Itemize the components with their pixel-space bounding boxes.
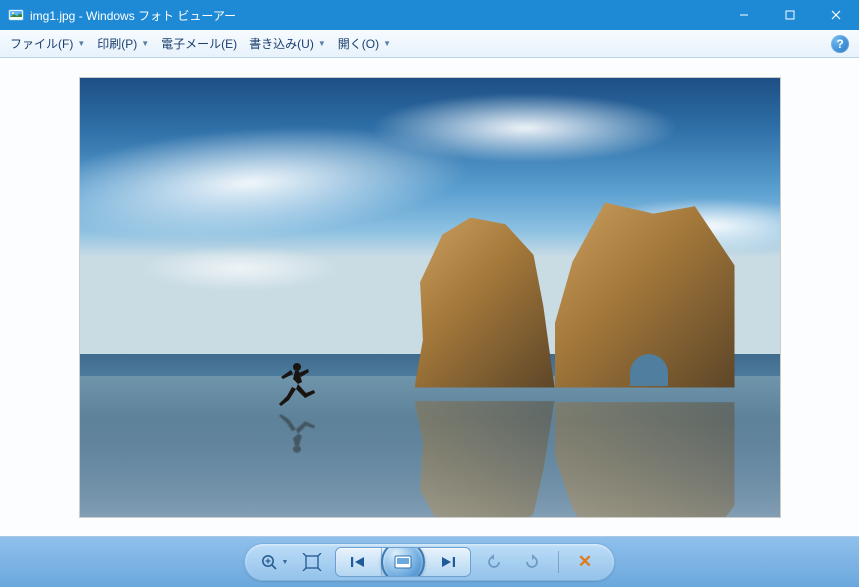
menu-file-label: ファイル(F) <box>10 35 73 52</box>
menu-file[interactable]: ファイル(F) ▼ <box>4 32 91 55</box>
slideshow-button[interactable] <box>381 547 425 577</box>
menu-print[interactable]: 印刷(P) ▼ <box>91 32 155 55</box>
minimize-button[interactable] <box>721 0 767 30</box>
delete-icon: ✕ <box>578 552 592 572</box>
chevron-down-icon: ▼ <box>383 39 391 48</box>
menu-email-label: 電子メール(E) <box>161 35 237 52</box>
help-icon: ? <box>836 37 843 51</box>
help-button[interactable]: ? <box>831 35 849 53</box>
menu-burn[interactable]: 書き込み(U) ▼ <box>243 32 332 55</box>
menu-open[interactable]: 開く(O) ▼ <box>332 32 397 55</box>
displayed-image <box>80 78 780 517</box>
menu-burn-label: 書き込み(U) <box>249 35 314 52</box>
delete-button[interactable]: ✕ <box>570 548 600 576</box>
menu-open-label: 開く(O) <box>338 35 379 52</box>
chevron-down-icon: ▼ <box>282 559 289 566</box>
rotate-ccw-button[interactable] <box>479 548 509 576</box>
next-button[interactable] <box>424 548 470 576</box>
maximize-button[interactable] <box>767 0 813 30</box>
actual-size-button[interactable] <box>297 548 327 576</box>
chevron-down-icon: ▼ <box>141 39 149 48</box>
navigation-group <box>335 547 471 577</box>
chevron-down-icon: ▼ <box>77 39 85 48</box>
zoom-button[interactable]: ▼ <box>259 548 289 576</box>
app-icon <box>8 7 24 23</box>
toolbar-divider <box>558 551 559 573</box>
titlebar: img1.jpg - Windows フォト ビューアー <box>0 0 859 30</box>
menu-print-label: 印刷(P) <box>97 35 137 52</box>
menubar: ファイル(F) ▼ 印刷(P) ▼ 電子メール(E) 書き込み(U) ▼ 開く(O) ▼… <box>0 30 859 58</box>
bottom-toolbar: ▼ ✕ <box>0 537 859 587</box>
previous-button[interactable] <box>336 548 382 576</box>
window-title: img1.jpg - Windows フォト ビューアー <box>30 7 721 24</box>
chevron-down-icon: ▼ <box>318 39 326 48</box>
image-viewport <box>0 58 859 537</box>
menu-email[interactable]: 電子メール(E) <box>155 32 243 55</box>
close-button[interactable] <box>813 0 859 30</box>
toolbar-container: ▼ ✕ <box>244 543 615 581</box>
window-controls <box>721 0 859 30</box>
rotate-cw-button[interactable] <box>517 548 547 576</box>
